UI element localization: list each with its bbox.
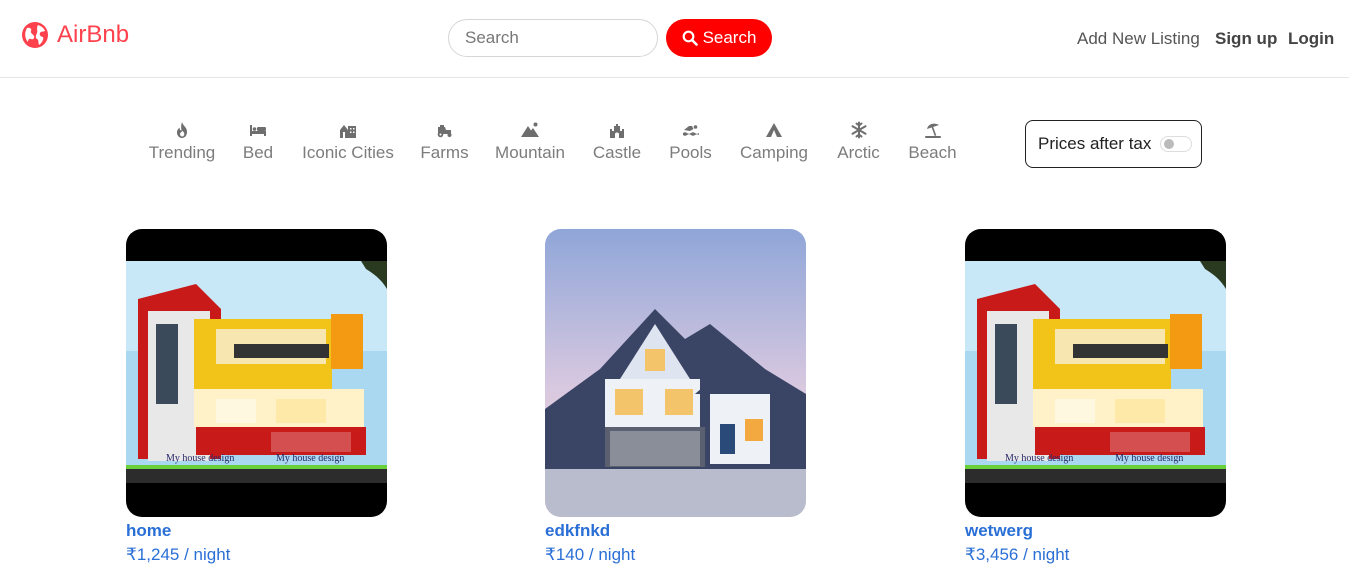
filter-label: Castle xyxy=(592,143,642,162)
switch-knob xyxy=(1164,139,1175,149)
navbar: AirBnb Search Add New Listing Sign up Lo… xyxy=(0,0,1349,78)
filter-farms[interactable]: Farms xyxy=(420,118,469,163)
listing-card[interactable]: My house design My house design home ₹1,… xyxy=(126,229,388,565)
watermark-text: My house design xyxy=(1005,453,1073,464)
castle-icon xyxy=(610,124,624,138)
filter-trending[interactable]: Trending xyxy=(149,118,215,163)
listing-price: ₹140 / night xyxy=(545,545,636,564)
filter-label: Bed xyxy=(242,143,274,162)
search-button[interactable]: Search xyxy=(666,19,772,57)
filter-bed[interactable]: Bed xyxy=(242,118,274,163)
filter-label: Beach xyxy=(908,143,957,162)
filter-camping[interactable]: Camping xyxy=(739,118,809,163)
bed-icon xyxy=(250,125,266,136)
listing-image: My house design My house design xyxy=(965,229,1226,517)
filter-mountain[interactable]: Mountain xyxy=(495,118,565,163)
listing-card[interactable]: My house design My house design wetwerg … xyxy=(965,229,1227,565)
mountain-icon xyxy=(521,122,539,137)
filter-label: Iconic Cities xyxy=(302,143,394,162)
listing-price: ₹1,245 / night xyxy=(126,545,231,564)
city-icon xyxy=(340,125,356,138)
listing-title: wetwerg xyxy=(965,521,1034,540)
listing-price: ₹3,456 / night xyxy=(965,545,1070,564)
filter-label: Arctic xyxy=(837,143,880,162)
tax-toggle[interactable]: Prices after tax xyxy=(1025,120,1202,168)
listing-card[interactable]: edkfnkd ₹140 / night xyxy=(545,229,807,565)
filter-castle[interactable]: Castle xyxy=(592,118,642,163)
tractor-icon xyxy=(437,125,451,138)
swimmer-icon xyxy=(682,125,699,136)
search-icon xyxy=(682,30,698,46)
umbrella-beach-icon xyxy=(924,123,941,138)
filter-label: Pools xyxy=(669,143,712,162)
listing-title: home xyxy=(126,521,172,540)
filter-pools[interactable]: Pools xyxy=(669,118,712,163)
fire-icon xyxy=(177,122,187,138)
listing-image xyxy=(545,229,806,517)
brand-name: AirBnb xyxy=(57,21,130,48)
filter-label: Trending xyxy=(148,143,216,162)
login-link[interactable]: Login xyxy=(1288,28,1334,50)
tax-switch[interactable] xyxy=(1160,136,1193,152)
add-listing-link[interactable]: Add New Listing xyxy=(1077,28,1200,50)
listing-image: My house design My house design xyxy=(126,229,387,517)
filter-iconic-cities[interactable]: Iconic Cities xyxy=(301,118,395,163)
snowflake-icon xyxy=(851,121,866,139)
filter-label: Mountain xyxy=(495,143,565,162)
filter-label: Camping xyxy=(739,143,809,162)
globe-icon xyxy=(22,22,48,48)
search-input[interactable] xyxy=(448,19,658,57)
filter-beach[interactable]: Beach xyxy=(908,118,957,163)
listing-title: edkfnkd xyxy=(545,521,611,540)
watermark-text: My house design xyxy=(276,453,344,464)
watermark-text: My house design xyxy=(1115,453,1183,464)
tax-toggle-label: Prices after tax xyxy=(1038,134,1152,153)
tent-icon xyxy=(766,123,782,137)
filter-label: Farms xyxy=(420,143,469,162)
signup-link[interactable]: Sign up xyxy=(1215,28,1277,50)
search-button-label: Search xyxy=(702,28,757,47)
brand-link[interactable]: AirBnb xyxy=(21,21,129,49)
filter-arctic[interactable]: Arctic xyxy=(836,118,881,163)
watermark-text: My house design xyxy=(166,453,234,464)
